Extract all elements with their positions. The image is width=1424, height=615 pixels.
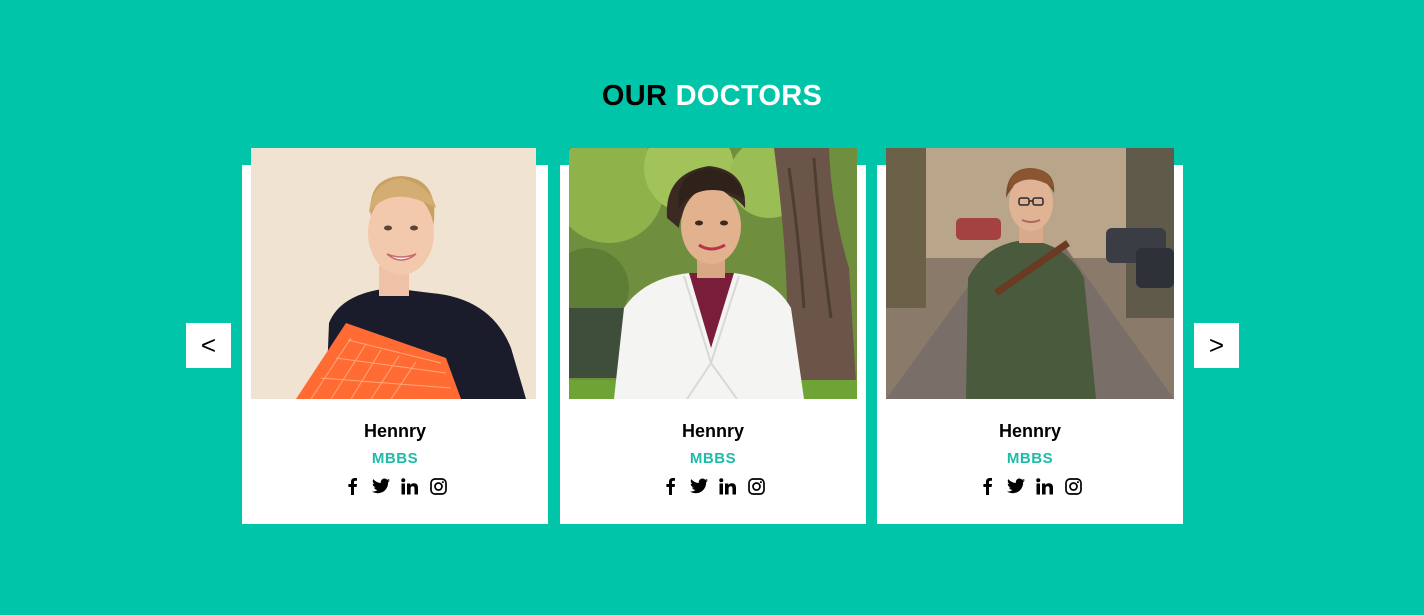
section-title: OUR DOCTORS bbox=[0, 80, 1424, 113]
social-links bbox=[560, 477, 866, 495]
carousel-next-button[interactable]: > bbox=[1194, 323, 1239, 368]
linkedin-icon[interactable] bbox=[719, 477, 737, 495]
facebook-icon[interactable] bbox=[978, 477, 996, 495]
doctor-photo bbox=[569, 148, 857, 399]
doctor-degree: MBBS bbox=[1006, 450, 1054, 467]
doctor-photo bbox=[886, 148, 1174, 399]
doctor-degree: MBBS bbox=[371, 450, 419, 467]
social-links bbox=[242, 477, 548, 495]
doctor-name: Hennry bbox=[998, 421, 1061, 441]
linkedin-icon[interactable] bbox=[401, 477, 419, 495]
twitter-icon[interactable] bbox=[371, 477, 390, 495]
doctor-name: Hennry bbox=[363, 421, 426, 441]
instagram-icon[interactable] bbox=[748, 477, 766, 495]
title-word-our: OUR bbox=[601, 80, 668, 112]
linkedin-icon[interactable] bbox=[1036, 477, 1054, 495]
social-links bbox=[877, 477, 1183, 495]
facebook-icon[interactable] bbox=[343, 477, 361, 495]
facebook-icon[interactable] bbox=[661, 477, 679, 495]
twitter-icon[interactable] bbox=[1006, 477, 1025, 495]
title-word-doctors: DOCTORS bbox=[675, 80, 823, 112]
doctor-degree: MBBS bbox=[689, 450, 737, 467]
carousel-prev-button[interactable]: < bbox=[186, 323, 231, 368]
instagram-icon[interactable] bbox=[430, 477, 448, 495]
instagram-icon[interactable] bbox=[1065, 477, 1083, 495]
doctor-photo bbox=[251, 148, 536, 399]
twitter-icon[interactable] bbox=[689, 477, 708, 495]
doctor-name: Hennry bbox=[681, 421, 744, 441]
